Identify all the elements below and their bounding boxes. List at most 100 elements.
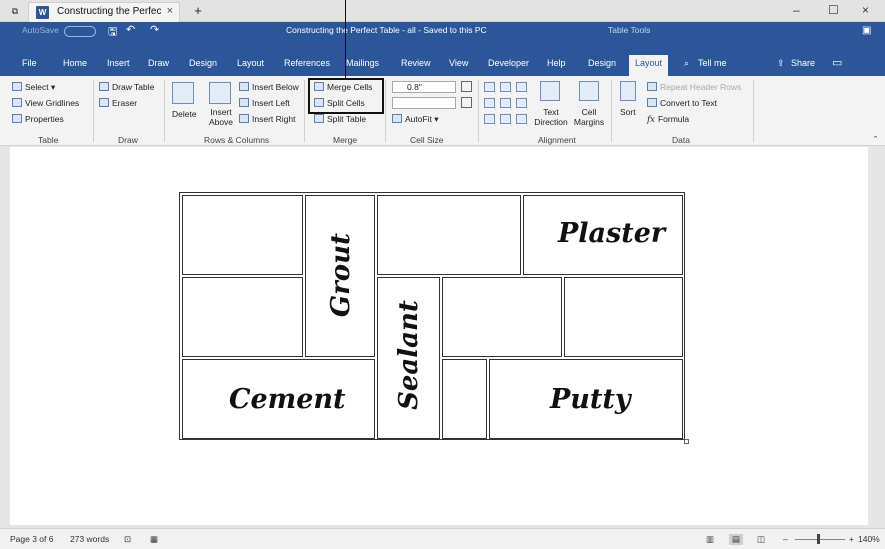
eraser-label: Eraser bbox=[112, 98, 138, 108]
eraser-button[interactable]: Eraser bbox=[99, 98, 137, 108]
tab-close-icon[interactable]: × bbox=[167, 5, 173, 17]
tab-table-design[interactable]: Design bbox=[588, 58, 616, 68]
align-bottom-left-icon[interactable] bbox=[484, 114, 495, 124]
table-cell[interactable] bbox=[377, 195, 521, 275]
proofing-icon[interactable]: ⊡ bbox=[124, 534, 131, 545]
undo-icon[interactable]: ↶ bbox=[126, 23, 135, 36]
merge-highlight-box bbox=[308, 78, 384, 114]
group-divider bbox=[753, 80, 754, 142]
insert-right-button[interactable]: Insert Right bbox=[239, 114, 295, 124]
draw-group-label: Draw bbox=[118, 135, 138, 145]
table-cell[interactable] bbox=[182, 277, 303, 357]
sort-icon[interactable] bbox=[620, 81, 636, 101]
convert-to-text-button[interactable]: Convert to Text bbox=[647, 98, 717, 108]
minimize-button[interactable]: – bbox=[793, 3, 800, 17]
table-cell[interactable] bbox=[182, 195, 303, 275]
table-cell[interactable]: Putty bbox=[489, 359, 683, 439]
align-top-right-icon[interactable] bbox=[516, 82, 527, 92]
page-count[interactable]: Page 3 of 6 bbox=[10, 534, 53, 544]
close-window-button[interactable]: × bbox=[862, 3, 869, 17]
tab-mailings[interactable]: Mailings bbox=[346, 58, 379, 68]
autofit-button[interactable]: AutoFit ▾ bbox=[392, 114, 439, 125]
table-cell[interactable]: Cement bbox=[182, 359, 375, 439]
document-table[interactable]: Grout Plaster Sealant Cement Putty bbox=[179, 192, 685, 440]
tab-draw[interactable]: Draw bbox=[148, 58, 169, 68]
align-bottom-right-icon[interactable] bbox=[516, 114, 527, 124]
tab-file[interactable]: File bbox=[22, 58, 37, 68]
collapse-ribbon-icon[interactable]: ⌃ bbox=[872, 134, 879, 145]
table-cell[interactable] bbox=[442, 359, 487, 439]
tab-review[interactable]: Review bbox=[401, 58, 431, 68]
tab-design[interactable]: Design bbox=[189, 58, 217, 68]
repeat-header-rows-button[interactable]: Repeat Header Rows bbox=[647, 82, 741, 92]
cell-margins-icon[interactable] bbox=[579, 81, 599, 101]
table-resize-handle[interactable] bbox=[684, 439, 689, 444]
ribbon-display-icon[interactable]: ▣ bbox=[862, 25, 871, 36]
zoom-in-icon[interactable]: + bbox=[849, 534, 854, 544]
distribute-rows-icon[interactable] bbox=[461, 81, 472, 92]
cell-margins-label[interactable]: Cell Margins bbox=[572, 107, 606, 127]
print-layout-icon[interactable]: ▤ bbox=[729, 534, 744, 545]
insert-above-label[interactable]: Insert Above bbox=[205, 107, 237, 127]
text-direction-icon[interactable] bbox=[540, 81, 560, 101]
insert-above-icon[interactable] bbox=[209, 82, 231, 104]
select-button[interactable]: Select ▾ bbox=[12, 82, 55, 93]
tab-table-layout[interactable]: Layout bbox=[629, 55, 669, 76]
comments-icon[interactable]: ▭ bbox=[832, 56, 842, 69]
tell-me-input[interactable]: Tell me bbox=[698, 58, 727, 68]
table-cell[interactable]: Grout bbox=[305, 195, 375, 357]
distribute-columns-icon[interactable] bbox=[461, 97, 472, 108]
table-cell[interactable]: Sealant bbox=[377, 277, 440, 439]
row-height-input[interactable]: 0.8" bbox=[392, 81, 456, 93]
web-layout-icon[interactable]: ◫ bbox=[757, 534, 765, 545]
tab-references[interactable]: References bbox=[284, 58, 330, 68]
align-center-right-icon[interactable] bbox=[516, 98, 527, 108]
share-icon[interactable]: ⇪ bbox=[777, 58, 785, 69]
tab-help[interactable]: Help bbox=[547, 58, 566, 68]
word-count[interactable]: 273 words bbox=[70, 534, 109, 544]
tab-developer[interactable]: Developer bbox=[488, 58, 529, 68]
maximize-button[interactable]: ☐ bbox=[828, 3, 839, 17]
zoom-out-icon[interactable]: – bbox=[783, 534, 788, 544]
delete-icon[interactable] bbox=[172, 82, 194, 104]
align-center-icon[interactable] bbox=[500, 98, 511, 108]
draw-table-button[interactable]: Draw Table bbox=[99, 82, 154, 92]
document-tab[interactable]: W Constructing the Perfec × bbox=[28, 2, 180, 22]
align-center-left-icon[interactable] bbox=[484, 98, 495, 108]
group-divider bbox=[164, 80, 165, 142]
macro-icon[interactable]: ▦ bbox=[150, 534, 158, 545]
autosave-toggle[interactable] bbox=[64, 26, 96, 37]
new-tab-button[interactable]: + bbox=[190, 3, 206, 19]
vertical-scrollbar[interactable] bbox=[868, 147, 885, 525]
search-icon[interactable]: ⌕ bbox=[684, 58, 689, 69]
tab-insert[interactable]: Insert bbox=[107, 58, 130, 68]
text-direction-label[interactable]: Text Direction bbox=[532, 107, 570, 127]
properties-label: Properties bbox=[25, 114, 64, 124]
view-gridlines-button[interactable]: View Gridlines bbox=[12, 98, 79, 108]
convert-text-label: Convert to Text bbox=[660, 98, 718, 108]
split-table-button[interactable]: Split Table bbox=[314, 114, 366, 124]
properties-button[interactable]: Properties bbox=[12, 114, 64, 124]
tab-view[interactable]: View bbox=[449, 58, 468, 68]
table-cell[interactable] bbox=[442, 277, 562, 357]
insert-below-button[interactable]: Insert Below bbox=[239, 82, 299, 92]
tab-actions-icon[interactable]: ⧉ bbox=[8, 3, 22, 19]
align-top-left-icon[interactable] bbox=[484, 82, 495, 92]
align-bottom-center-icon[interactable] bbox=[500, 114, 511, 124]
formula-button[interactable]: fx Formula bbox=[647, 114, 689, 125]
align-top-center-icon[interactable] bbox=[500, 82, 511, 92]
insert-left-button[interactable]: Insert Left bbox=[239, 98, 290, 108]
zoom-slider-thumb[interactable] bbox=[817, 534, 820, 544]
tab-home[interactable]: Home bbox=[63, 58, 87, 68]
column-width-input[interactable] bbox=[392, 97, 456, 109]
share-button[interactable]: Share bbox=[791, 58, 815, 68]
redo-icon[interactable]: ↷ bbox=[150, 23, 159, 36]
read-mode-icon[interactable]: ▥ bbox=[706, 534, 714, 545]
tab-layout[interactable]: Layout bbox=[237, 58, 264, 68]
zoom-level[interactable]: 140% bbox=[858, 534, 880, 544]
table-cell[interactable] bbox=[564, 277, 683, 357]
delete-label[interactable]: Delete bbox=[172, 109, 197, 119]
table-cell[interactable]: Plaster bbox=[523, 195, 683, 275]
sort-label[interactable]: Sort bbox=[620, 107, 636, 117]
zoom-slider[interactable] bbox=[795, 539, 845, 540]
